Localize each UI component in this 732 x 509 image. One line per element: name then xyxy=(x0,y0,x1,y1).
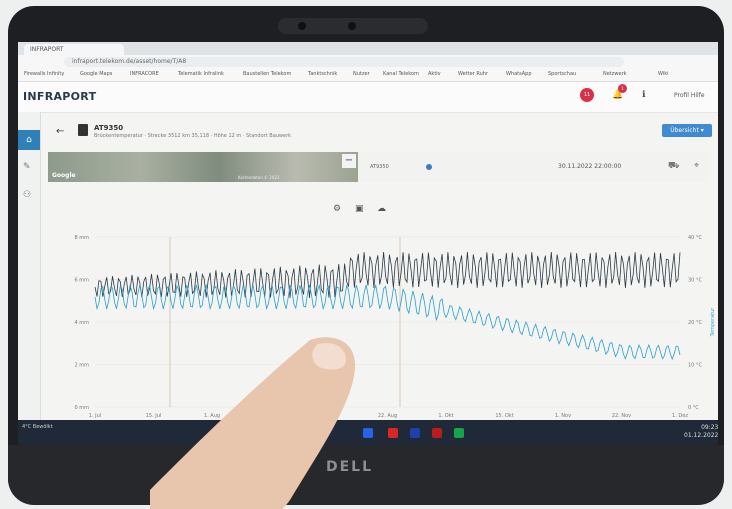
windows-taskbar: 4°C Bewölkt 09:23 01.12.2022 xyxy=(18,420,718,447)
sidebar: ⌂ ✎ ⚇ xyxy=(18,112,41,442)
x-axis-tick: 1. Sep xyxy=(321,413,337,419)
device-icon xyxy=(78,124,88,136)
filezilla-icon[interactable] xyxy=(432,428,442,438)
camera-lens xyxy=(348,22,356,30)
bookmark-item[interactable]: Wetter Ruhr xyxy=(458,71,488,77)
x-axis-tick: 1. Aug xyxy=(204,413,220,419)
right-axis-tick: 40 °C xyxy=(688,235,702,241)
laptop-chin: DELL xyxy=(8,445,724,505)
bookmarks-bar: Firewalls Infinity Google Maps INFRACORE… xyxy=(18,69,718,82)
save-icon[interactable]: ▣ xyxy=(355,204,364,214)
system-clock[interactable]: 09:23 01.12.2022 xyxy=(684,424,718,440)
x-axis-tick: 22. Aug xyxy=(378,413,397,419)
url-field[interactable]: infraport.telekom.de/asset/home/T/A8 xyxy=(64,57,624,67)
home-icon[interactable]: ⌂ xyxy=(18,130,40,150)
chart-toolbar: ⚙ ▣ ☁ xyxy=(333,204,393,216)
bookmark-item[interactable]: Telematik Infralink xyxy=(178,71,224,77)
pencil-icon[interactable]: ✎ xyxy=(23,162,31,172)
bookmark-item[interactable]: WhatsApp xyxy=(506,71,532,77)
camera-sensor xyxy=(298,22,306,30)
status-dot xyxy=(426,164,432,170)
bookmark-item[interactable]: Firewalls Infinity xyxy=(24,71,64,77)
bookmark-item[interactable]: Aktiv xyxy=(428,71,441,77)
google-logo: Google xyxy=(52,172,76,179)
location-pin-icon[interactable]: ⌖ xyxy=(694,161,699,171)
x-axis-tick: 1. Okt xyxy=(438,413,453,419)
app-logo[interactable]: INFRAPORT xyxy=(23,90,96,103)
bell-count-badge: 1 xyxy=(618,84,627,93)
bookmark-item[interactable]: Google Maps xyxy=(80,71,112,77)
gear-icon[interactable]: ⚙ xyxy=(333,204,341,214)
network-icon[interactable]: ⚇ xyxy=(23,190,31,200)
clock-time: 09:23 xyxy=(701,424,719,431)
browser-tab[interactable]: INFRAPORT xyxy=(24,44,124,55)
right-axis-tick: 20 °C xyxy=(688,320,702,326)
last-update-timestamp: 30.11.2022 22:00:00 xyxy=(558,163,622,170)
windows-start-icon[interactable] xyxy=(238,428,248,438)
left-axis-tick: 2 mm xyxy=(74,363,89,369)
right-axis-tick: 10 °C xyxy=(688,363,702,369)
dell-logo: DELL xyxy=(326,459,374,475)
device-id: AT9350 xyxy=(94,124,124,132)
map-view[interactable]: Google Kartendaten © 2022 − xyxy=(48,152,358,182)
left-axis-tick: 8 mm xyxy=(74,235,89,241)
car-icon[interactable]: ⛟ xyxy=(668,161,679,172)
bookmark-item[interactable]: Sportschau xyxy=(548,71,576,77)
device-subtitle: Brückentemperatur · Strecke 3512 km 35,1… xyxy=(94,133,292,139)
map-attribution: Kartendaten © 2022 xyxy=(238,175,280,180)
zoom-out-button[interactable]: − xyxy=(342,154,356,168)
bookmark-item[interactable]: INFRACORE xyxy=(130,71,159,77)
x-axis-tick: 22. Nov xyxy=(612,413,631,419)
teams-icon[interactable] xyxy=(410,428,420,438)
left-axis-tick: 6 mm xyxy=(74,278,89,284)
notification-badge[interactable]: 11 xyxy=(580,88,594,102)
x-axis-tick: 1. Jul xyxy=(89,413,101,419)
outlook-icon[interactable] xyxy=(363,428,373,438)
bookmark-item[interactable]: Baustellen Telekom xyxy=(243,71,291,77)
left-axis-tick: 0 mm xyxy=(74,405,89,411)
excel-icon[interactable] xyxy=(454,428,464,438)
device-info-panel: AT9350 30.11.2022 22:00:00 ⛟ ⌖ xyxy=(358,152,708,182)
cloud-download-icon[interactable]: ☁ xyxy=(377,204,386,214)
series-line-dark xyxy=(94,251,681,299)
bookmark-item[interactable]: Kanal Telekom xyxy=(383,71,419,77)
x-axis-tick: 15. Jul xyxy=(146,413,162,419)
back-arrow-icon[interactable]: ← xyxy=(56,126,64,137)
device-header: ← AT9350 Brückentemperatur · Strecke 351… xyxy=(56,124,458,142)
browser-tab-bar: INFRAPORT xyxy=(18,42,718,55)
sensor-chart[interactable]: 8 mm 6 mm 4 mm 2 mm 0 mm 40 °C 30 °C 20 °C 10 °C… xyxy=(40,222,718,447)
webcam xyxy=(278,18,428,34)
bookmark-item[interactable]: Tanktschnik xyxy=(308,71,337,77)
weather-widget[interactable]: 4°C Bewölkt xyxy=(22,424,53,431)
info-device-id: AT9350 xyxy=(370,164,389,170)
powerpoint-icon[interactable] xyxy=(388,428,398,438)
address-bar: infraport.telekom.de/asset/home/T/A8 xyxy=(18,55,718,69)
screen: INFRAPORT infraport.telekom.de/asset/hom… xyxy=(18,42,718,447)
x-axis-tick: 15. Okt xyxy=(495,413,513,419)
app-header: INFRAPORT 11 🔔 1 ℹ Profil Hilfe xyxy=(18,82,718,113)
x-axis-tick: 1. Dez xyxy=(672,413,688,419)
left-axis-tick: 4 mm xyxy=(74,320,89,326)
x-axis-tick: 1. Nov xyxy=(555,413,571,419)
x-axis-tick: 8. Aug xyxy=(262,413,278,419)
clock-date: 01.12.2022 xyxy=(684,432,719,439)
right-axis-label: Temperatur xyxy=(710,307,716,338)
right-axis-tick: 30 °C xyxy=(688,278,702,284)
bookmark-item[interactable]: Wiki xyxy=(658,71,669,77)
photo: INFRAPORT infraport.telekom.de/asset/hom… xyxy=(0,0,732,509)
overview-dropdown-button[interactable]: Übersicht ▾ xyxy=(662,124,712,137)
user-menu[interactable]: Profil Hilfe xyxy=(674,92,705,99)
right-axis-tick: 0 °C xyxy=(688,405,699,411)
bookmark-item[interactable]: Netzwerk xyxy=(603,71,627,77)
bookmark-item[interactable]: Nutzer xyxy=(353,71,370,77)
info-icon[interactable]: ℹ xyxy=(642,90,645,100)
